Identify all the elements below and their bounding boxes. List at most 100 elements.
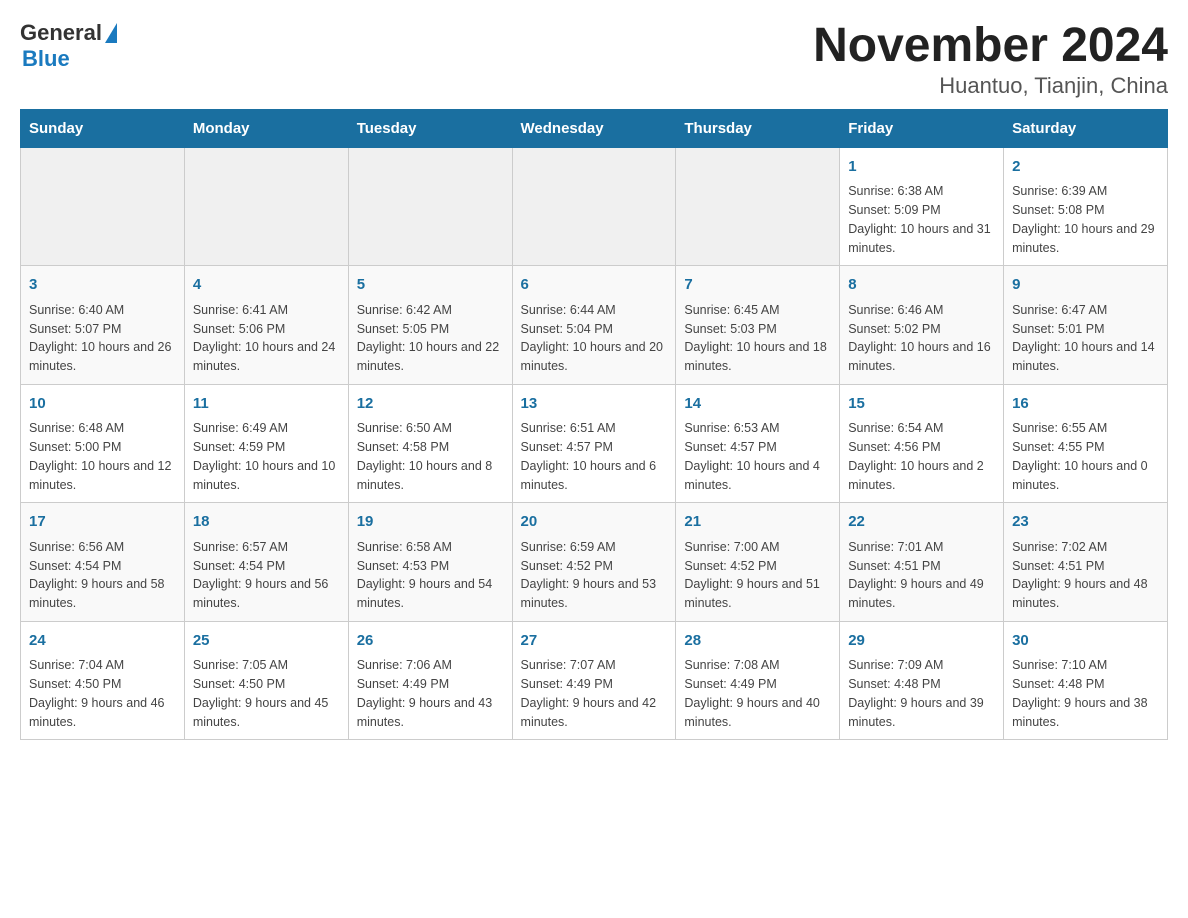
table-row: 5 Sunrise: 6:42 AMSunset: 5:05 PMDaylight… <box>348 266 512 385</box>
day-info: Sunrise: 7:09 AMSunset: 4:48 PMDaylight:… <box>848 656 995 731</box>
table-row: 20 Sunrise: 6:59 AMSunset: 4:52 PMDayligh… <box>512 503 676 622</box>
table-row: 15 Sunrise: 6:54 AMSunset: 4:56 PMDayligh… <box>840 384 1004 503</box>
day-info: Sunrise: 6:47 AMSunset: 5:01 PMDaylight:… <box>1012 301 1159 376</box>
day-number: 19 <box>357 511 504 534</box>
table-row: 3 Sunrise: 6:40 AMSunset: 5:07 PMDaylight… <box>21 266 185 385</box>
day-info: Sunrise: 7:06 AMSunset: 4:49 PMDaylight:… <box>357 656 504 731</box>
table-row: 16 Sunrise: 6:55 AMSunset: 4:55 PMDayligh… <box>1004 384 1168 503</box>
logo-triangle-icon <box>105 23 117 43</box>
day-number: 9 <box>1012 274 1159 297</box>
table-row: 17 Sunrise: 6:56 AMSunset: 4:54 PMDayligh… <box>21 503 185 622</box>
table-row: 14 Sunrise: 6:53 AMSunset: 4:57 PMDayligh… <box>676 384 840 503</box>
table-row: 4 Sunrise: 6:41 AMSunset: 5:06 PMDaylight… <box>184 266 348 385</box>
calendar-week-row: 10 Sunrise: 6:48 AMSunset: 5:00 PMDayligh… <box>21 384 1168 503</box>
day-info: Sunrise: 6:54 AMSunset: 4:56 PMDaylight:… <box>848 419 995 494</box>
page-header: General Blue November 2024 Huantuo, Tian… <box>20 20 1168 99</box>
day-info: Sunrise: 6:46 AMSunset: 5:02 PMDaylight:… <box>848 301 995 376</box>
day-number: 26 <box>357 630 504 653</box>
day-info: Sunrise: 6:44 AMSunset: 5:04 PMDaylight:… <box>521 301 668 376</box>
day-number: 10 <box>29 393 176 416</box>
day-number: 13 <box>521 393 668 416</box>
day-info: Sunrise: 6:51 AMSunset: 4:57 PMDaylight:… <box>521 419 668 494</box>
day-info: Sunrise: 7:07 AMSunset: 4:49 PMDaylight:… <box>521 656 668 731</box>
day-info: Sunrise: 6:56 AMSunset: 4:54 PMDaylight:… <box>29 538 176 613</box>
table-row: 24 Sunrise: 7:04 AMSunset: 4:50 PMDayligh… <box>21 621 185 740</box>
title-block: November 2024 Huantuo, Tianjin, China <box>813 20 1168 99</box>
day-info: Sunrise: 6:49 AMSunset: 4:59 PMDaylight:… <box>193 419 340 494</box>
table-row: 23Sunrise: 7:02 AMSunset: 4:51 PMDayligh… <box>1004 503 1168 622</box>
day-number: 12 <box>357 393 504 416</box>
day-number: 28 <box>684 630 831 653</box>
day-info: Sunrise: 6:53 AMSunset: 4:57 PMDaylight:… <box>684 419 831 494</box>
day-number: 2 <box>1012 156 1159 179</box>
day-info: Sunrise: 6:42 AMSunset: 5:05 PMDaylight:… <box>357 301 504 376</box>
day-number: 20 <box>521 511 668 534</box>
calendar-week-row: 17 Sunrise: 6:56 AMSunset: 4:54 PMDayligh… <box>21 503 1168 622</box>
table-row <box>184 147 348 266</box>
day-number: 24 <box>29 630 176 653</box>
table-row: 22Sunrise: 7:01 AMSunset: 4:51 PMDayligh… <box>840 503 1004 622</box>
logo: General Blue <box>20 20 117 72</box>
day-info: Sunrise: 6:57 AMSunset: 4:54 PMDaylight:… <box>193 538 340 613</box>
table-row: 30Sunrise: 7:10 AMSunset: 4:48 PMDayligh… <box>1004 621 1168 740</box>
day-info: Sunrise: 7:01 AMSunset: 4:51 PMDaylight:… <box>848 538 995 613</box>
day-number: 3 <box>29 274 176 297</box>
day-info: Sunrise: 6:40 AMSunset: 5:07 PMDaylight:… <box>29 301 176 376</box>
day-info: Sunrise: 6:41 AMSunset: 5:06 PMDaylight:… <box>193 301 340 376</box>
day-info: Sunrise: 7:04 AMSunset: 4:50 PMDaylight:… <box>29 656 176 731</box>
table-row: 18 Sunrise: 6:57 AMSunset: 4:54 PMDayligh… <box>184 503 348 622</box>
table-row: 13 Sunrise: 6:51 AMSunset: 4:57 PMDayligh… <box>512 384 676 503</box>
calendar-week-row: 24 Sunrise: 7:04 AMSunset: 4:50 PMDayligh… <box>21 621 1168 740</box>
col-thursday: Thursday <box>676 109 840 147</box>
col-wednesday: Wednesday <box>512 109 676 147</box>
day-number: 8 <box>848 274 995 297</box>
day-number: 14 <box>684 393 831 416</box>
table-row: 9 Sunrise: 6:47 AMSunset: 5:01 PMDaylight… <box>1004 266 1168 385</box>
day-info: Sunrise: 6:38 AMSunset: 5:09 PMDaylight:… <box>848 182 995 257</box>
col-monday: Monday <box>184 109 348 147</box>
day-number: 21 <box>684 511 831 534</box>
col-tuesday: Tuesday <box>348 109 512 147</box>
day-number: 29 <box>848 630 995 653</box>
table-row: 27 Sunrise: 7:07 AMSunset: 4:49 PMDayligh… <box>512 621 676 740</box>
day-info: Sunrise: 6:59 AMSunset: 4:52 PMDaylight:… <box>521 538 668 613</box>
table-row: 28 Sunrise: 7:08 AMSunset: 4:49 PMDayligh… <box>676 621 840 740</box>
day-info: Sunrise: 6:48 AMSunset: 5:00 PMDaylight:… <box>29 419 176 494</box>
day-number: 18 <box>193 511 340 534</box>
table-row <box>512 147 676 266</box>
table-row <box>21 147 185 266</box>
table-row <box>676 147 840 266</box>
day-info: Sunrise: 6:39 AMSunset: 5:08 PMDaylight:… <box>1012 182 1159 257</box>
day-info: Sunrise: 7:08 AMSunset: 4:49 PMDaylight:… <box>684 656 831 731</box>
logo-blue-text: Blue <box>22 46 70 72</box>
table-row: 25Sunrise: 7:05 AMSunset: 4:50 PMDayligh… <box>184 621 348 740</box>
day-number: 15 <box>848 393 995 416</box>
day-number: 4 <box>193 274 340 297</box>
page-subtitle: Huantuo, Tianjin, China <box>813 73 1168 99</box>
table-row: 6Sunrise: 6:44 AMSunset: 5:04 PMDaylight… <box>512 266 676 385</box>
table-row: 19 Sunrise: 6:58 AMSunset: 4:53 PMDayligh… <box>348 503 512 622</box>
calendar-week-row: 3 Sunrise: 6:40 AMSunset: 5:07 PMDaylight… <box>21 266 1168 385</box>
day-info: Sunrise: 6:58 AMSunset: 4:53 PMDaylight:… <box>357 538 504 613</box>
day-info: Sunrise: 6:45 AMSunset: 5:03 PMDaylight:… <box>684 301 831 376</box>
day-number: 30 <box>1012 630 1159 653</box>
day-info: Sunrise: 7:00 AMSunset: 4:52 PMDaylight:… <box>684 538 831 613</box>
table-row: 12 Sunrise: 6:50 AMSunset: 4:58 PMDayligh… <box>348 384 512 503</box>
col-sunday: Sunday <box>21 109 185 147</box>
day-info: Sunrise: 6:50 AMSunset: 4:58 PMDaylight:… <box>357 419 504 494</box>
day-number: 17 <box>29 511 176 534</box>
table-row: 29 Sunrise: 7:09 AMSunset: 4:48 PMDayligh… <box>840 621 1004 740</box>
calendar-week-row: 1 Sunrise: 6:38 AMSunset: 5:09 PMDaylight… <box>21 147 1168 266</box>
day-info: Sunrise: 6:55 AMSunset: 4:55 PMDaylight:… <box>1012 419 1159 494</box>
day-info: Sunrise: 7:05 AMSunset: 4:50 PMDaylight:… <box>193 656 340 731</box>
day-number: 1 <box>848 156 995 179</box>
day-number: 27 <box>521 630 668 653</box>
day-number: 11 <box>193 393 340 416</box>
day-number: 16 <box>1012 393 1159 416</box>
table-row: 1 Sunrise: 6:38 AMSunset: 5:09 PMDaylight… <box>840 147 1004 266</box>
table-row: 21 Sunrise: 7:00 AMSunset: 4:52 PMDayligh… <box>676 503 840 622</box>
day-number: 5 <box>357 274 504 297</box>
day-info: Sunrise: 7:02 AMSunset: 4:51 PMDaylight:… <box>1012 538 1159 613</box>
day-number: 7 <box>684 274 831 297</box>
col-friday: Friday <box>840 109 1004 147</box>
